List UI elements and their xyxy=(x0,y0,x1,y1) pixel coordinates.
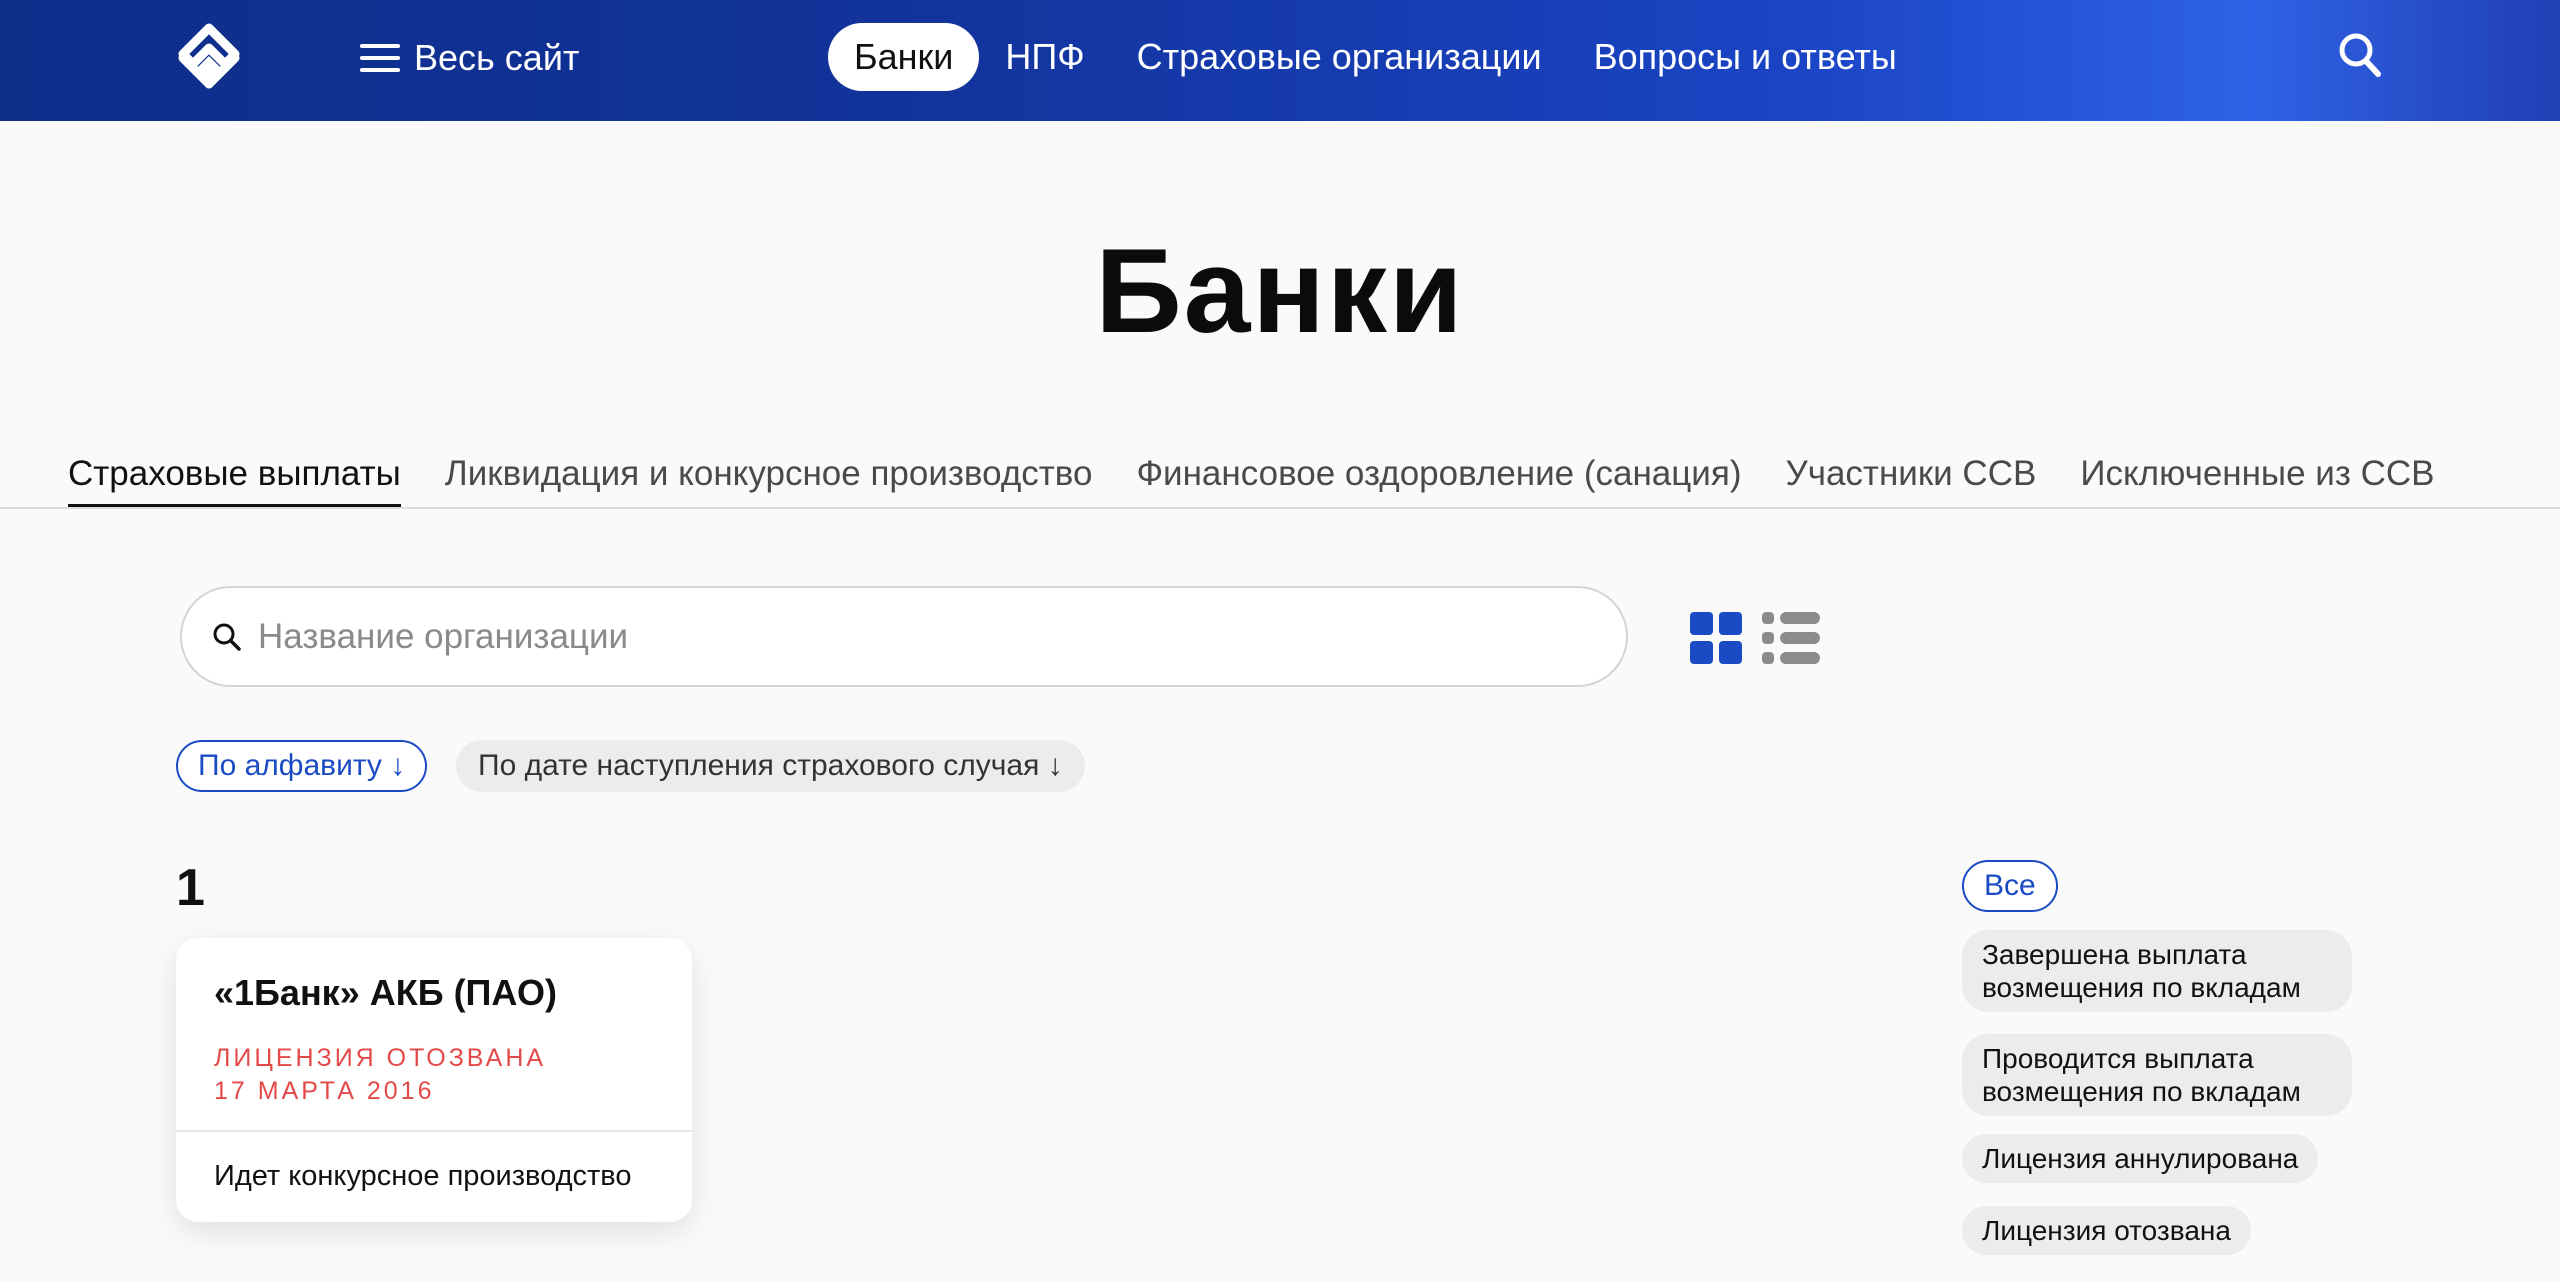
bank-card-status-date: 17 МАРТА 2016 xyxy=(214,1077,435,1105)
filter-payment-in-progress[interactable]: Проводится выплата возмещения по вкладам xyxy=(1962,1034,2352,1116)
nav-item-npf[interactable]: НПФ xyxy=(979,23,1110,91)
list-view-icon[interactable] xyxy=(1762,612,1820,664)
nav-item-insurance[interactable]: Страховые организации xyxy=(1111,23,1568,91)
tab-financial-recovery[interactable]: Финансовое оздоровление (санация) xyxy=(1136,448,1741,508)
search-icon[interactable] xyxy=(2336,30,2384,82)
filter-all-chip[interactable]: Все xyxy=(1962,860,2058,912)
bank-card-status: ЛИЦЕНЗИЯ ОТОЗВАНА 17 МАРТА 2016 xyxy=(214,1042,546,1108)
page-title: Банки xyxy=(1095,224,1465,358)
all-site-menu-button[interactable]: Весь сайт xyxy=(360,30,579,86)
bank-card-status-label: ЛИЦЕНЗИЯ ОТОЗВАНА xyxy=(214,1044,547,1072)
top-navigation: Банки НПФ Страховые организации Вопросы … xyxy=(828,23,1923,91)
tab-ssv-members[interactable]: Участники ССВ xyxy=(1785,448,2036,508)
group-letter: 1 xyxy=(176,859,205,917)
filter-license-annulled[interactable]: Лицензия аннулирована xyxy=(1962,1134,2319,1183)
bank-card-title: «1Банк» АКБ (ПАО) xyxy=(214,972,557,1013)
search-field-icon xyxy=(213,623,241,651)
organization-search[interactable] xyxy=(180,586,1628,687)
organization-search-input[interactable] xyxy=(256,615,1556,658)
bank-card[interactable]: «1Банк» АКБ (ПАО) ЛИЦЕНЗИЯ ОТОЗВАНА 17 М… xyxy=(176,938,692,1222)
all-site-label: Весь сайт xyxy=(414,37,580,78)
bank-card-footer: Идет конкурсное производство xyxy=(214,1160,632,1192)
bank-card-divider xyxy=(176,1130,692,1132)
filter-payment-completed[interactable]: Завершена выплата возмещения по вкладам xyxy=(1962,930,2352,1012)
burger-menu-icon xyxy=(360,42,400,74)
nav-item-faq[interactable]: Вопросы и ответы xyxy=(1568,23,1923,91)
filter-license-revoked[interactable]: Лицензия отозвана xyxy=(1962,1206,2251,1255)
section-tabs: Страховые выплаты Ликвидация и конкурсно… xyxy=(68,448,2435,508)
grid-view-icon[interactable] xyxy=(1690,612,1742,664)
tab-insurance-payments[interactable]: Страховые выплаты xyxy=(68,448,401,508)
nav-item-banks[interactable]: Банки xyxy=(828,23,980,91)
dia-logo-icon[interactable] xyxy=(175,22,243,90)
sort-by-date-chip[interactable]: По дате наступления страхового случая ↓ xyxy=(456,740,1085,792)
sort-alphabetical-chip[interactable]: По алфавиту ↓ xyxy=(176,740,428,792)
tab-excluded-from-ssv[interactable]: Исключенные из ССВ xyxy=(2080,448,2434,508)
site-header: Весь сайт Банки НПФ Страховые организаци… xyxy=(0,0,2560,121)
tabs-divider xyxy=(0,507,2560,509)
tab-liquidation[interactable]: Ликвидация и конкурсное производство xyxy=(445,448,1093,508)
